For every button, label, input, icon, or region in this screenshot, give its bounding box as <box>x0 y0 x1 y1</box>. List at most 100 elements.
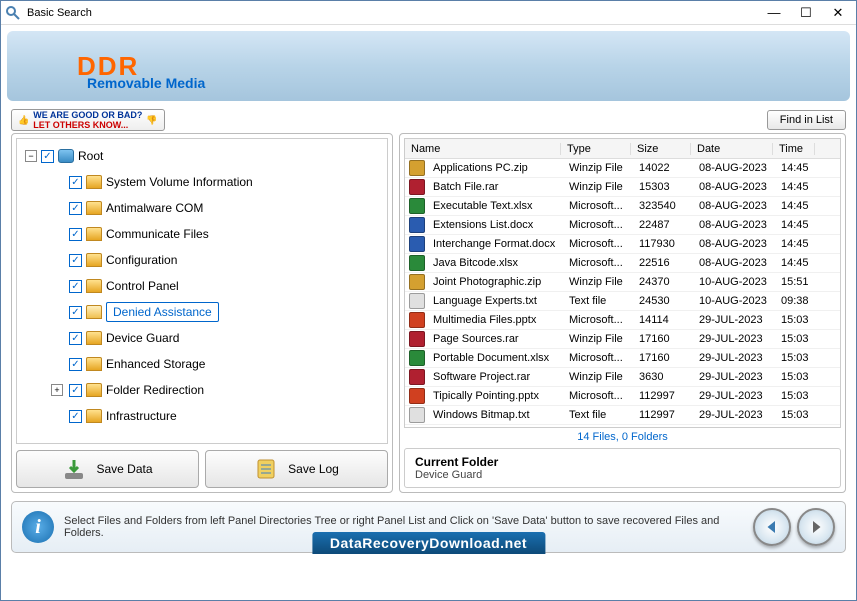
checkbox[interactable]: ✓ <box>69 384 82 397</box>
col-time[interactable]: Time <box>773 143 815 155</box>
file-type: Microsoft... <box>563 390 633 402</box>
tree-panel: −✓Root✓System Volume Information✓Antimal… <box>11 133 393 493</box>
file-type-icon <box>409 331 425 347</box>
file-name: Extensions List.docx <box>427 219 563 231</box>
checkbox[interactable]: ✓ <box>69 280 82 293</box>
next-button[interactable] <box>797 508 835 546</box>
file-row[interactable]: Extensions List.docxMicrosoft...2248708-… <box>405 216 840 235</box>
tree-item[interactable]: ✓ Infrastructure <box>21 403 383 429</box>
col-size[interactable]: Size <box>631 143 691 155</box>
file-type: Winzip File <box>563 333 633 345</box>
feedback-button[interactable]: 👍 WE ARE GOOD OR BAD? LET OTHERS KNOW...… <box>11 109 165 131</box>
file-row[interactable]: Multimedia Files.pptxMicrosoft...1411429… <box>405 311 840 330</box>
expand-icon[interactable]: + <box>51 384 63 396</box>
file-date: 10-AUG-2023 <box>693 276 775 288</box>
tree-item[interactable]: ✓Communicate Files <box>21 221 383 247</box>
file-row[interactable]: Batch File.rarWinzip File1530308-AUG-202… <box>405 178 840 197</box>
file-size: 112997 <box>633 409 693 421</box>
folder-tree[interactable]: −✓Root✓System Volume Information✓Antimal… <box>17 139 387 433</box>
file-name: Portable Document.xlsx <box>427 352 563 364</box>
thumbs-down-icon: 👎 <box>146 115 157 126</box>
tree-item[interactable]: ✓Enhanced Storage <box>21 351 383 377</box>
file-time: 14:45 <box>775 200 817 212</box>
save-log-label: Save Log <box>288 462 339 476</box>
file-type: Winzip File <box>563 181 633 193</box>
file-row[interactable]: Tipically Pointing.pptxMicrosoft...11299… <box>405 387 840 406</box>
file-date: 29-JUL-2023 <box>693 333 775 345</box>
file-type-icon <box>409 350 425 366</box>
tree-item[interactable]: ✓Antimalware COM <box>21 195 383 221</box>
tree-item[interactable]: +✓Folder Redirection <box>21 377 383 403</box>
file-row[interactable]: Language Experts.txtText file2453010-AUG… <box>405 292 840 311</box>
maximize-button[interactable]: ☐ <box>792 4 820 22</box>
file-row[interactable]: Portable Document.xlsxMicrosoft...171602… <box>405 349 840 368</box>
minimize-button[interactable]: — <box>760 4 788 22</box>
checkbox[interactable]: ✓ <box>69 410 82 423</box>
file-date: 29-JUL-2023 <box>693 371 775 383</box>
file-date: 29-JUL-2023 <box>693 409 775 421</box>
file-panel: Name Type Size Date Time Applications PC… <box>399 133 846 493</box>
feedback-line2: LET OTHERS KNOW... <box>33 120 142 130</box>
file-row[interactable]: Software Project.rarWinzip File363029-JU… <box>405 368 840 387</box>
file-type: Microsoft... <box>563 200 633 212</box>
tree-item-label: System Volume Information <box>106 175 253 189</box>
file-type: Winzip File <box>563 162 633 174</box>
file-date: 08-AUG-2023 <box>693 200 775 212</box>
file-list-header[interactable]: Name Type Size Date Time <box>405 139 840 159</box>
checkbox[interactable]: ✓ <box>69 332 82 345</box>
file-row[interactable]: Java Bitcode.xlsxMicrosoft...2251608-AUG… <box>405 254 840 273</box>
file-type-icon <box>409 217 425 233</box>
file-size: 117930 <box>633 238 693 250</box>
find-in-list-button[interactable]: Find in List <box>767 110 846 130</box>
save-log-icon <box>254 457 278 481</box>
file-row[interactable]: Applications PC.zipWinzip File1402208-AU… <box>405 159 840 178</box>
tree-item[interactable]: ✓Denied Assistance <box>21 299 383 325</box>
file-row[interactable]: Executable Text.xlsxMicrosoft...32354008… <box>405 197 840 216</box>
file-name: Tipically Pointing.pptx <box>427 390 563 402</box>
file-row[interactable]: Interchange Format.docxMicrosoft...11793… <box>405 235 840 254</box>
tree-item[interactable]: ✓Configuration <box>21 247 383 273</box>
tree-item[interactable]: ✓Device Guard <box>21 325 383 351</box>
file-row[interactable]: Joint Photographic.zipWinzip File2437010… <box>405 273 840 292</box>
file-type-icon <box>409 255 425 271</box>
col-type[interactable]: Type <box>561 143 631 155</box>
checkbox[interactable]: ✓ <box>69 228 82 241</box>
close-button[interactable]: ✕ <box>824 4 852 22</box>
save-data-button[interactable]: Save Data <box>16 450 199 488</box>
checkbox[interactable]: ✓ <box>69 306 82 319</box>
status-line: 14 Files, 0 Folders <box>404 428 841 446</box>
tree-root[interactable]: −✓Root <box>21 143 383 169</box>
collapse-icon[interactable]: − <box>25 150 37 162</box>
file-name: Software Project.rar <box>427 371 563 383</box>
folder-icon <box>86 357 102 371</box>
file-row[interactable]: Page Sources.rarWinzip File1716029-JUL-2… <box>405 330 840 349</box>
checkbox[interactable]: ✓ <box>69 202 82 215</box>
file-type: Text file <box>563 295 633 307</box>
file-date: 08-AUG-2023 <box>693 219 775 231</box>
save-log-button[interactable]: Save Log <box>205 450 388 488</box>
col-name[interactable]: Name <box>405 143 561 155</box>
file-type-icon <box>409 198 425 214</box>
checkbox[interactable]: ✓ <box>69 358 82 371</box>
folder-icon <box>86 331 102 345</box>
col-date[interactable]: Date <box>691 143 773 155</box>
file-size: 15303 <box>633 181 693 193</box>
tree-item[interactable]: ✓ System Volume Information <box>21 169 383 195</box>
folder-icon <box>86 409 102 423</box>
prev-button[interactable] <box>753 508 791 546</box>
tree-item[interactable]: ✓Control Panel <box>21 273 383 299</box>
file-time: 14:45 <box>775 238 817 250</box>
app-icon <box>5 5 21 21</box>
checkbox[interactable]: ✓ <box>69 254 82 267</box>
tree-item-label: Infrastructure <box>106 409 177 423</box>
checkbox[interactable]: ✓ <box>69 176 82 189</box>
file-list[interactable]: Name Type Size Date Time Applications PC… <box>404 138 841 428</box>
banner: DDR Removable Media <box>7 31 850 101</box>
file-date: 29-JUL-2023 <box>693 314 775 326</box>
folder-icon <box>86 279 102 293</box>
file-type-icon <box>409 407 425 423</box>
file-row[interactable]: Windows Bitmap.txtText file11299729-JUL-… <box>405 406 840 425</box>
file-type-icon <box>409 179 425 195</box>
checkbox[interactable]: ✓ <box>41 150 54 163</box>
file-name: Language Experts.txt <box>427 295 563 307</box>
